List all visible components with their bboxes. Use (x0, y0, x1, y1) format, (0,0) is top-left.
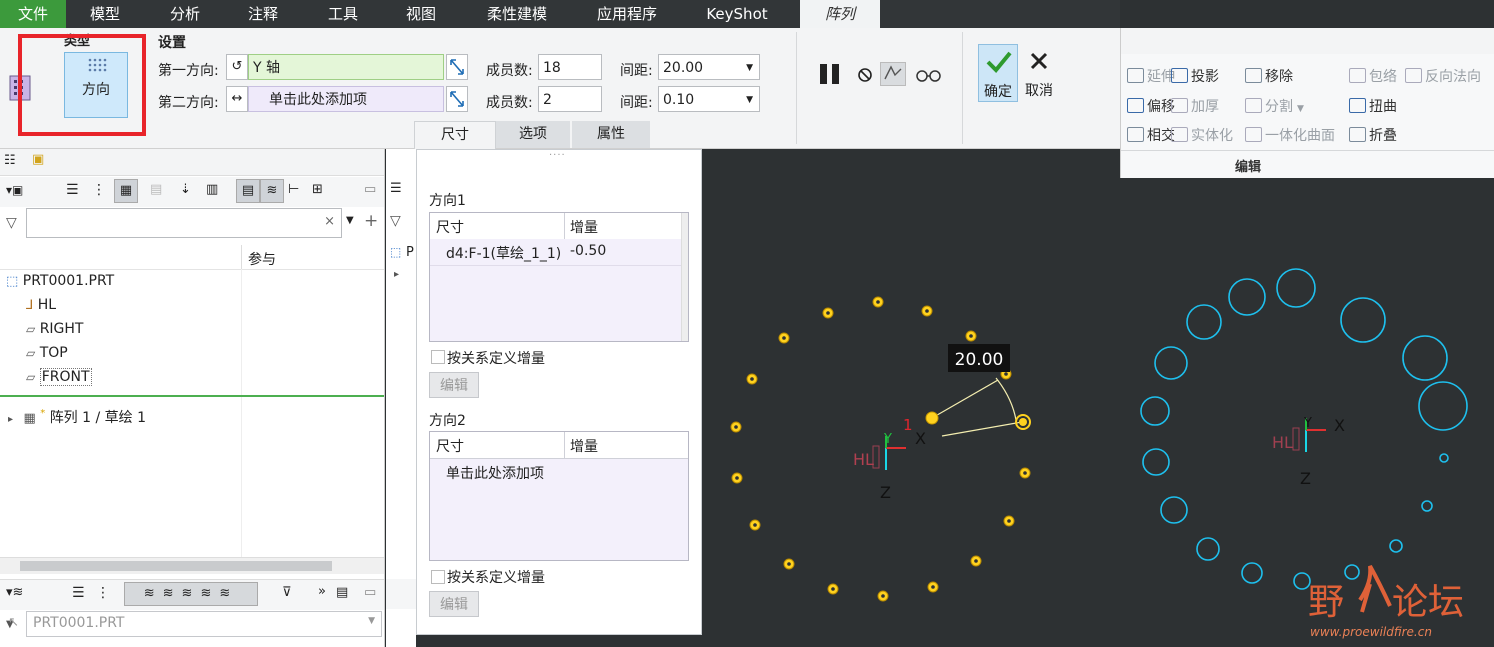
pattern-point-center (826, 311, 830, 315)
watermark: 野 论坛 www.proewildfire.cn (1308, 565, 1464, 639)
pattern-point-center (1007, 519, 1011, 523)
axis-hl-label: HL (1272, 433, 1293, 452)
member-index-label: 1 (903, 416, 913, 434)
pattern-preview-circle[interactable] (1196, 537, 1220, 561)
watermark-url: www.proewildfire.cn (1310, 625, 1432, 639)
pattern-preview-circle[interactable] (1140, 396, 1170, 426)
pattern-point-center (974, 559, 978, 563)
pattern-point-center (881, 594, 885, 598)
dim-leader-line (931, 379, 999, 419)
pattern-preview-circle[interactable] (1154, 346, 1188, 380)
pattern-preview-circle[interactable] (1439, 453, 1449, 463)
pattern-point-center (1004, 372, 1008, 376)
pattern-point-center (782, 336, 786, 340)
pattern-point-center (787, 562, 791, 566)
pattern-preview-circle[interactable] (1186, 304, 1222, 340)
csys-right: Y X HL Z (1272, 416, 1345, 488)
fire-logo-icon (1358, 565, 1392, 613)
pattern-preview-circle[interactable] (1389, 539, 1403, 553)
pattern-origin-point[interactable] (925, 411, 939, 425)
pattern-point-center (1023, 471, 1027, 475)
axis-z-label: Z (880, 483, 891, 502)
pattern-point-center (931, 585, 935, 589)
watermark-chars-b: 论坛 (1392, 582, 1464, 623)
watermark-char-a: 野 (1308, 582, 1344, 623)
dim-value-text[interactable]: 20.00 (955, 350, 1004, 370)
pattern-point-center (831, 587, 835, 591)
dim-leader-line (941, 421, 1023, 437)
pattern-point-group (730, 296, 1031, 602)
pattern-point-center (734, 425, 738, 429)
pattern-member-dot (1019, 418, 1027, 426)
axis-x-label: X (1334, 416, 1345, 435)
axis-y-label: Y (883, 432, 892, 447)
pattern-preview-circle[interactable] (1402, 335, 1448, 381)
pattern-preview-circle[interactable] (1421, 500, 1433, 512)
pattern-preview-circle[interactable] (1160, 496, 1188, 524)
axis-z-label: Z (1300, 469, 1311, 488)
pattern-preview-circle[interactable] (1340, 297, 1386, 343)
csys-left: Y X HL Z (853, 429, 926, 502)
dim-arc (995, 377, 1017, 421)
pattern-preview-circle[interactable] (1228, 278, 1266, 316)
pattern-point-center (925, 309, 929, 313)
pattern-point-center (750, 377, 754, 381)
pattern-preview-circle[interactable] (1418, 381, 1468, 431)
pattern-preview-circle[interactable] (1241, 562, 1263, 584)
pattern-preview-circle[interactable] (1344, 564, 1360, 580)
graphics-viewport[interactable]: 20.00 1 Y X HL Z Y X HL Z 野 论坛 www.proew… (0, 0, 1494, 647)
pattern-point-center (735, 476, 739, 480)
axis-x-label: X (915, 429, 926, 448)
pattern-point-center (969, 334, 973, 338)
pattern-preview-circle[interactable] (1142, 448, 1170, 476)
pattern-point-center (876, 300, 880, 304)
pattern-preview-circle[interactable] (1276, 268, 1316, 308)
axis-y-label: Y (1303, 416, 1312, 431)
pattern-point-center (753, 523, 757, 527)
axis-hl-label: HL (853, 450, 874, 469)
